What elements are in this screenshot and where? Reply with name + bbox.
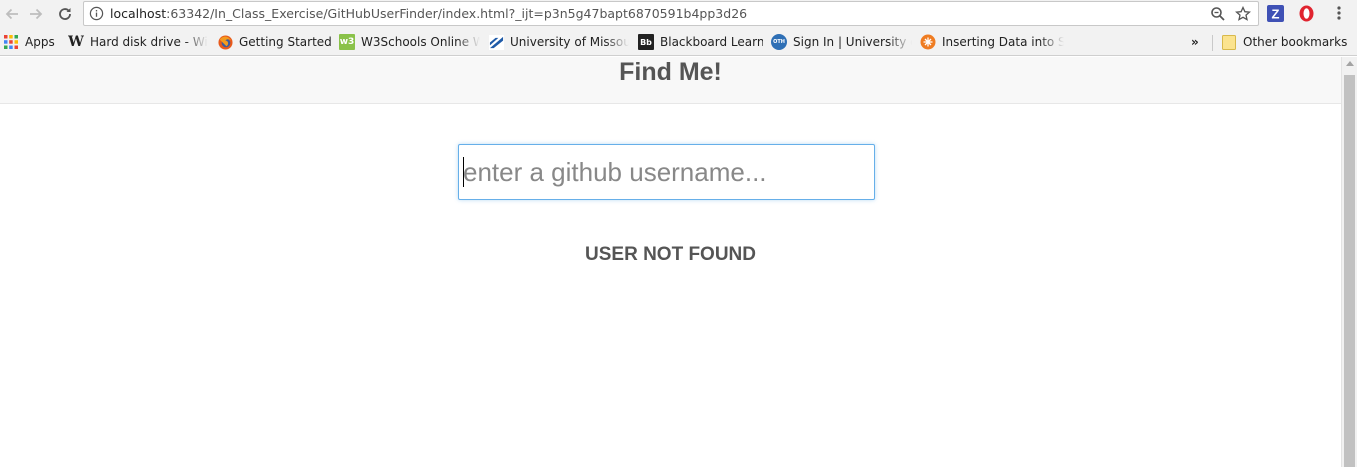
bookmark-blackboard[interactable]: Bb Blackboard Learn — [638, 34, 763, 50]
opera-icon — [1299, 5, 1313, 21]
bookmark-label: Sign In | University o — [793, 35, 912, 49]
chevron-double-right-icon: » — [1191, 35, 1199, 49]
wikipedia-icon: W — [68, 34, 84, 50]
browser-toolbar: localhost:63342/In_Class_Exercise/GitHub… — [0, 0, 1357, 29]
address-bar[interactable]: localhost:63342/In_Class_Exercise/GitHub… — [83, 1, 1259, 26]
blackboard-icon: Bb — [638, 34, 654, 50]
firefox-icon — [217, 34, 233, 50]
page-title: Find Me! — [619, 58, 722, 86]
zoom-icon[interactable] — [1210, 6, 1226, 22]
bookmarks-bar: Apps W Hard disk drive - Wik Getting Sta… — [0, 29, 1357, 56]
mizzou-icon — [488, 34, 504, 50]
bookmarks-overflow-button[interactable]: » — [1191, 34, 1203, 50]
forward-button[interactable] — [25, 3, 47, 25]
oth-icon: OTH — [771, 34, 787, 50]
bookmark-star-icon[interactable] — [1235, 6, 1251, 22]
apps-grid-icon — [3, 34, 19, 50]
inserting-data-icon — [920, 34, 936, 50]
url-host: localhost — [110, 6, 167, 21]
bookmark-inserting-data[interactable]: Inserting Data into S — [920, 34, 1064, 50]
page-header: Find Me! — [0, 57, 1341, 104]
bookmark-w3schools[interactable]: w3 W3Schools Online W — [339, 34, 480, 50]
bookmark-label: Inserting Data into S — [942, 35, 1064, 49]
scroll-up-arrow-icon[interactable] — [1346, 61, 1354, 66]
bookmark-label: University of Missour — [510, 35, 629, 49]
more-vert-icon — [1337, 6, 1341, 20]
svg-text:Z: Z — [1271, 6, 1279, 21]
zotero-extension[interactable]: Z — [1266, 4, 1284, 22]
bookmark-label: Blackboard Learn — [660, 35, 763, 49]
info-icon[interactable] — [89, 6, 104, 21]
bookmark-sign-in[interactable]: OTH Sign In | University o — [771, 34, 912, 50]
page-content: Find Me! USER NOT FOUND — [0, 57, 1341, 467]
bookmark-label: Hard disk drive - Wik — [90, 35, 208, 49]
bookmark-label: Other bookmarks — [1243, 35, 1347, 49]
reload-button[interactable] — [54, 3, 76, 25]
folder-icon — [1221, 34, 1237, 50]
url-path: :63342/In_Class_Exercise/GitHubUserFinde… — [166, 6, 748, 21]
user-not-found-message: USER NOT FOUND — [585, 244, 756, 265]
bookmark-label: Apps — [25, 35, 55, 49]
bookmark-other-bookmarks[interactable]: Other bookmarks — [1221, 34, 1347, 50]
github-username-input[interactable] — [458, 144, 875, 200]
forward-arrow-icon — [30, 8, 43, 20]
back-arrow-icon — [5, 8, 18, 20]
bookmark-getting-started[interactable]: Getting Started — [217, 34, 331, 50]
opera-extension[interactable] — [1297, 4, 1315, 22]
w3schools-icon: w3 — [339, 34, 355, 50]
chrome-menu-button[interactable] — [1330, 4, 1348, 22]
vertical-scrollbar[interactable] — [1341, 57, 1357, 467]
zotero-icon: Z — [1266, 4, 1284, 22]
back-button[interactable] — [1, 3, 23, 25]
bookmark-label: Getting Started — [239, 35, 331, 49]
bookmark-mizzou[interactable]: University of Missour — [488, 34, 629, 50]
bookmarks-divider — [1212, 35, 1213, 51]
url-text[interactable]: localhost:63342/In_Class_Exercise/GitHub… — [110, 6, 747, 21]
bookmark-label: W3Schools Online W — [361, 35, 480, 49]
bookmark-apps[interactable]: Apps — [3, 34, 61, 50]
reload-icon — [59, 8, 71, 20]
text-caret — [463, 157, 464, 187]
scrollbar-thumb[interactable] — [1344, 75, 1355, 467]
bookmark-wikipedia[interactable]: W Hard disk drive - Wik — [68, 34, 208, 50]
